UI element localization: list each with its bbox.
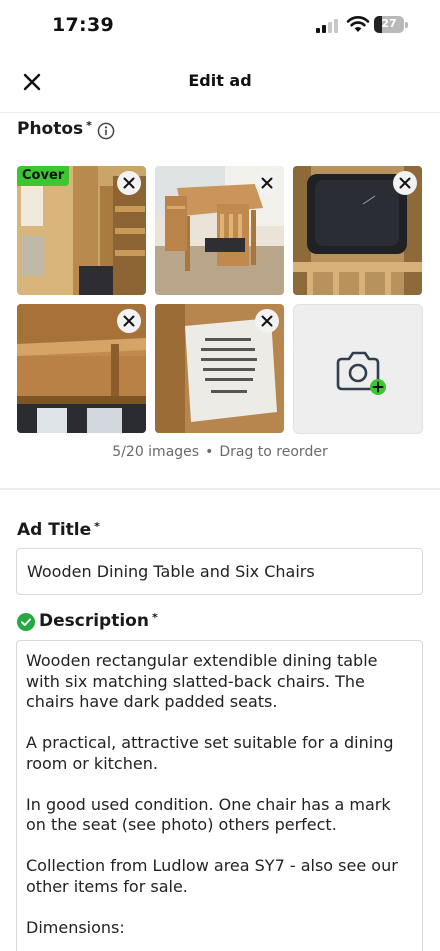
images-count: 5/20 images xyxy=(112,444,200,460)
camera-plus-icon xyxy=(336,351,386,395)
battery-icon: 27 xyxy=(374,16,404,33)
photos-label: Photos * xyxy=(17,119,92,139)
required-mark: * xyxy=(151,611,158,624)
required-mark: * xyxy=(94,520,100,533)
remove-photo-button[interactable] xyxy=(117,309,141,333)
info-icon[interactable] xyxy=(97,122,115,140)
photos-label-text: Photos xyxy=(17,119,84,139)
status-bar: 17:39 27 xyxy=(0,0,440,52)
close-icon xyxy=(399,177,411,189)
battery-percent: 27 xyxy=(381,17,397,30)
wifi-icon xyxy=(346,16,370,32)
description-textarea[interactable]: Wooden rectangular extendible dining tab… xyxy=(16,640,423,951)
check-circle-icon xyxy=(17,613,35,631)
description-paragraph: In good used condition. One chair has a … xyxy=(26,794,391,835)
ad-title-label: Ad Title * xyxy=(17,520,100,540)
photo-tile-5[interactable] xyxy=(155,304,284,433)
description-label: Description * xyxy=(39,611,158,631)
header: Edit ad xyxy=(0,60,440,102)
close-icon xyxy=(261,177,273,189)
photo-tile-4[interactable] xyxy=(17,304,146,433)
section-divider xyxy=(0,488,440,490)
status-time: 17:39 xyxy=(52,14,114,36)
remove-photo-button[interactable] xyxy=(255,309,279,333)
photo-tile-2[interactable] xyxy=(155,166,284,295)
photo-tile-1[interactable]: Cover xyxy=(17,166,146,295)
remove-photo-button[interactable] xyxy=(255,171,279,195)
close-icon xyxy=(261,315,273,327)
reorder-hint: Drag to reorder xyxy=(219,444,328,460)
signal-icon xyxy=(316,19,340,33)
description-label-text: Description xyxy=(39,611,149,631)
battery-tip xyxy=(405,22,408,28)
images-count-caption: 5/20 images • Drag to reorder xyxy=(0,444,440,460)
remove-photo-button[interactable] xyxy=(117,171,141,195)
close-icon xyxy=(123,177,135,189)
description-paragraph: Wooden rectangular extendible dining tab… xyxy=(26,651,378,711)
remove-photo-button[interactable] xyxy=(393,171,417,195)
required-mark: * xyxy=(86,119,92,132)
cover-badge: Cover xyxy=(17,166,70,186)
photo-tile-3[interactable] xyxy=(293,166,422,295)
add-photo-button[interactable] xyxy=(293,304,423,434)
ad-title-input[interactable] xyxy=(16,548,423,595)
description-paragraph: Collection from Ludlow area SY7 - also s… xyxy=(26,856,398,896)
caption-separator: • xyxy=(205,444,214,460)
ad-title-label-text: Ad Title xyxy=(17,520,92,540)
page-title: Edit ad xyxy=(188,71,252,90)
description-paragraph: A practical, attractive set suitable for… xyxy=(26,733,394,773)
close-icon xyxy=(123,315,135,327)
description-paragraph: Dimensions: xyxy=(26,917,125,937)
header-divider xyxy=(0,112,440,113)
